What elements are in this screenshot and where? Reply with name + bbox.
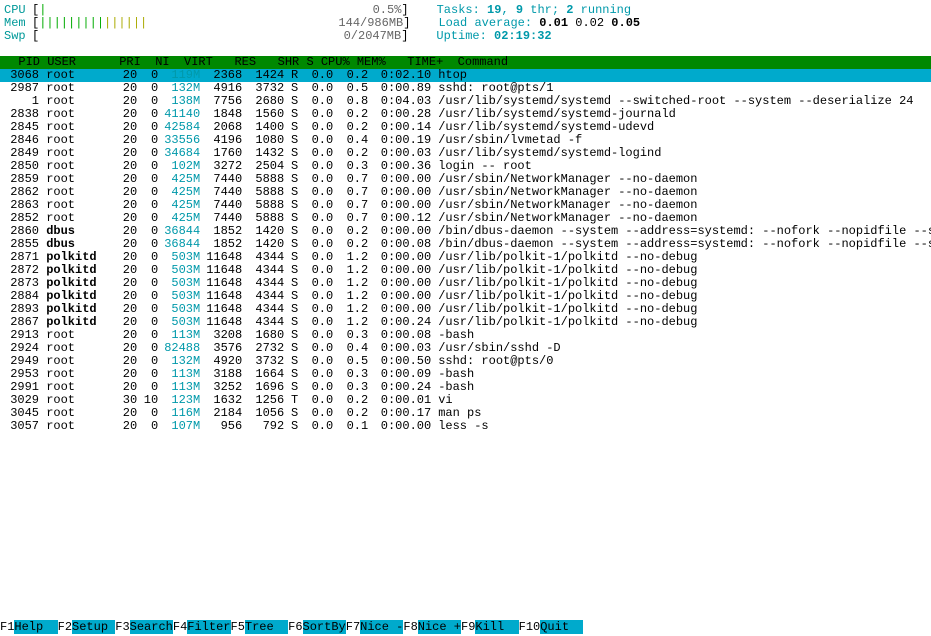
fkey-label-f8[interactable]: Nice +	[418, 620, 461, 634]
fkey-f7: F7	[346, 620, 360, 634]
fkey-label-f2[interactable]: Setup	[72, 620, 115, 634]
fkey-label-f1[interactable]: Help	[14, 620, 57, 634]
process-row[interactable]: 2991 root200113M32521696S0.00.30:00.24-b…	[0, 381, 931, 394]
fkey-label-f4[interactable]: Filter	[187, 620, 230, 634]
uptime-stat: Uptime: 02:19:32	[436, 30, 551, 43]
fkey-f3: F3	[115, 620, 129, 634]
swp-meter: Swp[0/2047MB] Uptime: 02:19:32	[4, 30, 927, 43]
fkey-f2: F2	[58, 620, 72, 634]
fkey-label-f3[interactable]: Search	[130, 620, 173, 634]
fkey-label-f6[interactable]: SortBy	[303, 620, 346, 634]
header-meters: CPU[|0.5%] Tasks: 19, 9 thr; 2 running M…	[0, 0, 931, 43]
fkey-f9: F9	[461, 620, 475, 634]
fkey-f6: F6	[288, 620, 302, 634]
fkey-label-f5[interactable]: Tree	[245, 620, 288, 634]
fkey-f4: F4	[173, 620, 187, 634]
fkey-label-f7[interactable]: Nice -	[360, 620, 403, 634]
fkey-f1: F1	[0, 620, 14, 634]
footer-bar[interactable]: F1Help F2Setup F3SearchF4FilterF5Tree F6…	[0, 621, 583, 634]
process-list[interactable]: 3068 root200119M23681424R0.00.20:02.10ht…	[0, 69, 931, 433]
fkey-f10: F10	[519, 620, 541, 634]
fkey-label-f9[interactable]: Kill	[475, 620, 518, 634]
fkey-label-f10[interactable]: Quit	[540, 620, 583, 634]
process-row[interactable]: 3057 root200107M956792S0.00.10:00.00less…	[0, 420, 931, 433]
fkey-f5: F5	[231, 620, 245, 634]
fkey-f8: F8	[403, 620, 417, 634]
